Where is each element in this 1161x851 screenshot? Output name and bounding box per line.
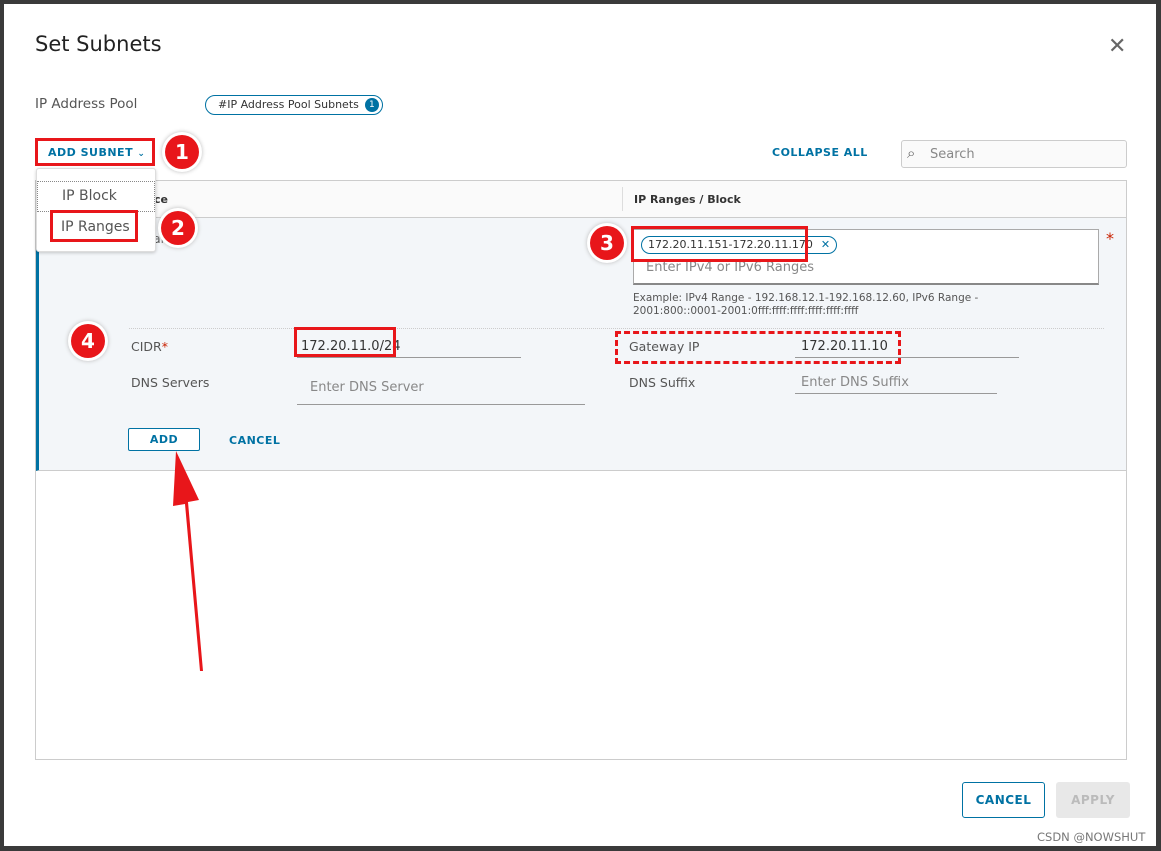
set-subnets-dialog: Set Subnets ✕ IP Address Pool #IP Addres… xyxy=(4,4,1156,846)
arrow-shape xyxy=(173,451,203,671)
annotation-arrow xyxy=(173,451,203,671)
